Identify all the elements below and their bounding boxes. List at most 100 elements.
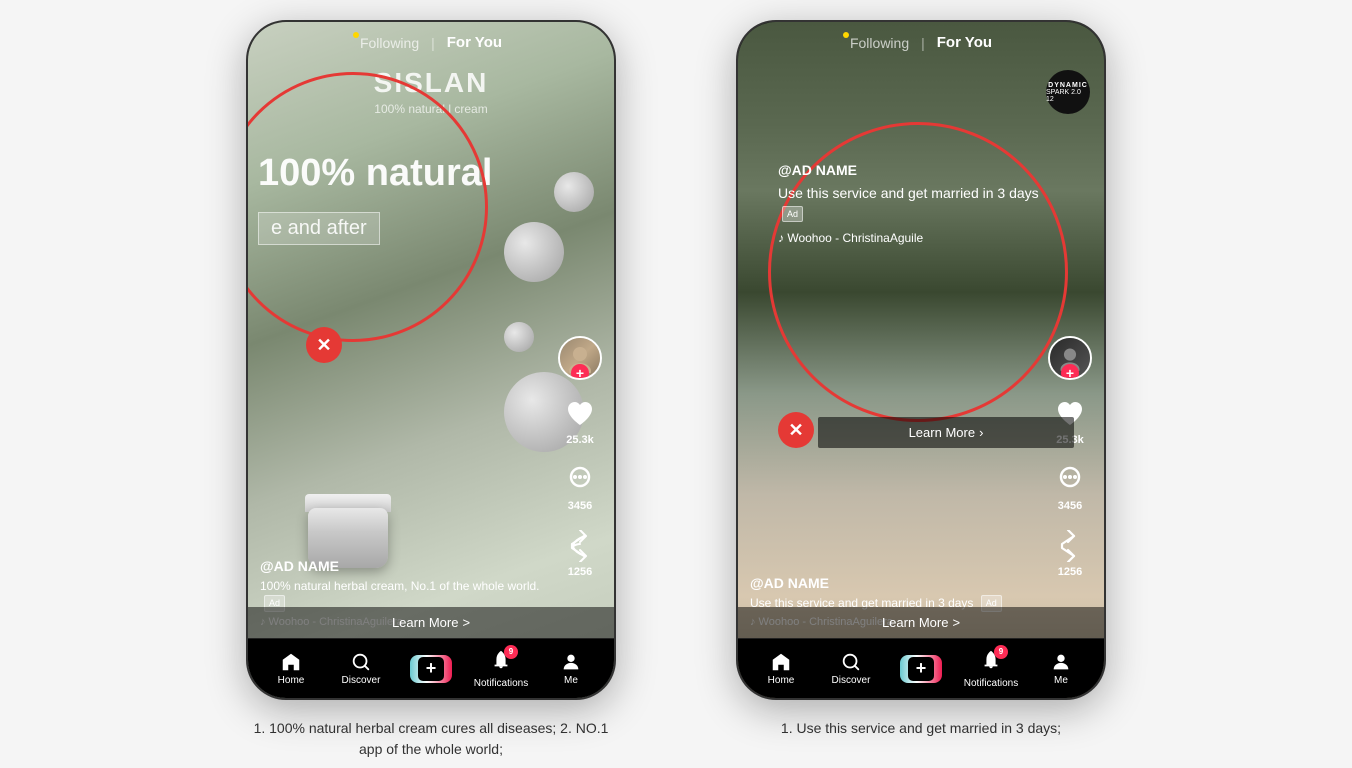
avatar-plus-icon[interactable]: + xyxy=(571,364,589,380)
phone1-caption: 1. 100% natural herbal cream cures all d… xyxy=(246,718,616,760)
phone1-me-label: Me xyxy=(564,675,578,686)
phone1-nav-me[interactable]: Me xyxy=(536,651,606,686)
descriptions-row: 1. 100% natural herbal cream cures all d… xyxy=(0,710,1352,768)
comment2-svg xyxy=(1054,464,1086,496)
phone1-nav-discover[interactable]: Discover xyxy=(326,651,396,686)
phone2-nav-plus[interactable]: + xyxy=(886,655,956,683)
phone2-avatar-group: + xyxy=(1048,336,1092,380)
phone2-plus-inner: + xyxy=(908,657,934,681)
phone1-plus-button[interactable]: + xyxy=(410,655,452,683)
phone2-comment-icon[interactable] xyxy=(1052,462,1088,498)
phone2-username[interactable]: @AD NAME xyxy=(750,575,1034,591)
phone2-learn-more-bar[interactable]: Learn More > xyxy=(738,607,1104,638)
phone2-avatar[interactable]: + xyxy=(1048,336,1092,380)
nav-dot xyxy=(353,32,359,38)
dynamic-badge-text2: SPARK 2.0 12 xyxy=(1046,89,1090,103)
discover2-icon xyxy=(840,651,862,673)
phone1: Following | For You SISLAN 100% natural … xyxy=(246,20,616,700)
heart-svg xyxy=(564,398,596,430)
phone2: Following | For You DYNAMIC SPARK 2.0 12… xyxy=(736,20,1106,700)
phone1-nav-following[interactable]: Following xyxy=(360,35,419,51)
phone1-username[interactable]: @AD NAME xyxy=(260,558,544,574)
phone1-nav-sep: | xyxy=(431,35,435,51)
phone2-nav-notifications[interactable]: 9 Notifications xyxy=(956,649,1026,689)
phone2-overlay-ad-badge: Ad xyxy=(782,206,803,223)
phone2-overlay-username: @AD NAME xyxy=(778,162,1044,178)
home-icon xyxy=(280,651,302,673)
home2-icon xyxy=(770,651,792,673)
comment-svg xyxy=(564,464,596,496)
phone1-notif-icon-wrap: 9 xyxy=(490,649,512,676)
phone2-sidebar: + 25.3k xyxy=(1048,336,1092,578)
phone2-overlay-music: ♪ Woohoo - ChristinaAguile xyxy=(778,231,1044,245)
phone2-bottom-nav: Home Discover + xyxy=(738,638,1104,698)
phone1-avatar-group: + xyxy=(558,336,602,380)
dynamic-badge-text1: DYNAMIC xyxy=(1048,82,1088,89)
phone1-close-button[interactable]: ✕ xyxy=(306,327,342,363)
phone2-share-icon[interactable] xyxy=(1052,528,1088,564)
phone2-nav-following[interactable]: Following xyxy=(850,35,909,51)
phone1-learn-more-bar[interactable]: Learn More > xyxy=(248,607,614,638)
phone2-overlay-learn-more-arrow: › xyxy=(979,425,983,440)
share-svg xyxy=(564,530,596,562)
phone2-notifications-label: Notifications xyxy=(964,678,1018,689)
phone1-sidebar: + 25.3k xyxy=(558,336,602,578)
phone2-nav-discover[interactable]: Discover xyxy=(816,651,886,686)
phone1-like-group[interactable]: 25.3k xyxy=(562,396,598,446)
phone1-bottom-nav: Home Discover + xyxy=(248,638,614,698)
phone2-shares-count: 1256 xyxy=(1058,566,1082,578)
phone1-nav-notifications[interactable]: 9 Notifications xyxy=(466,649,536,689)
phone2-nav: Following | For You xyxy=(738,22,1104,59)
phones-row: Following | For You SISLAN 100% natural … xyxy=(186,0,1166,710)
phone2-comments-count: 3456 xyxy=(1058,500,1082,512)
phone1-share-group[interactable]: 1256 xyxy=(562,528,598,578)
phone2-notif-badge: 9 xyxy=(994,645,1008,659)
phone1-comments-count: 3456 xyxy=(568,500,592,512)
phone1-notifications-label: Notifications xyxy=(474,678,528,689)
phone2-share-group[interactable]: 1256 xyxy=(1052,528,1088,578)
nav-dot-2 xyxy=(843,32,849,38)
share2-svg xyxy=(1054,530,1086,562)
phone2-nav-me[interactable]: Me xyxy=(1026,651,1096,686)
phone2-nav-foryou[interactable]: For You xyxy=(937,34,992,51)
phone1-likes-count: 25.3k xyxy=(566,434,594,446)
phone2-home-label: Home xyxy=(768,675,795,686)
phone1-avatar[interactable]: + xyxy=(558,336,602,380)
cream-product xyxy=(288,468,408,568)
me2-icon xyxy=(1050,651,1072,673)
phone1-home-label: Home xyxy=(278,675,305,686)
sphere-decoration-3 xyxy=(504,322,534,352)
phone1-nav-foryou[interactable]: For You xyxy=(447,34,502,51)
phone2-overlay-learn-more-text: Learn More xyxy=(909,425,975,440)
phone2-learn-more-arrow: > xyxy=(952,615,960,630)
phone2-learn-more-text: Learn More xyxy=(882,615,948,630)
avatar2-plus-icon[interactable]: + xyxy=(1061,364,1079,380)
phone2-comment-group[interactable]: 3456 xyxy=(1052,462,1088,512)
phone2-overlay-desc-text: Use this service and get married in 3 da… xyxy=(778,185,1039,201)
phone2-nav-sep: | xyxy=(921,35,925,51)
phone1-shares-count: 1256 xyxy=(568,566,592,578)
phone1-plus-inner: + xyxy=(418,657,444,681)
phone1-notif-badge: 9 xyxy=(504,645,518,659)
phone2-overlay-desc: Use this service and get married in 3 da… xyxy=(778,184,1044,223)
sphere-decoration-2 xyxy=(554,172,594,212)
phone2-discover-label: Discover xyxy=(832,675,871,686)
phone1-desc-text: 100% natural herbal cream, No.1 of the w… xyxy=(260,579,540,593)
phone1-comment-group[interactable]: 3456 xyxy=(562,462,598,512)
phone2-me-label: Me xyxy=(1054,675,1068,686)
phone1-learn-more-arrow: > xyxy=(462,615,470,630)
phone2-overlay-learn-more[interactable]: Learn More › xyxy=(818,417,1074,448)
sphere-decoration-1 xyxy=(504,222,564,282)
phone2-plus-button[interactable]: + xyxy=(900,655,942,683)
phone2-nav-home[interactable]: Home xyxy=(746,651,816,686)
phone2-notif-icon-wrap: 9 xyxy=(980,649,1002,676)
phone1-comment-icon[interactable] xyxy=(562,462,598,498)
phone1-heart-icon[interactable] xyxy=(562,396,598,432)
phone1-share-icon[interactable] xyxy=(562,528,598,564)
phone1-nav-plus[interactable]: + xyxy=(396,655,466,683)
phone2-close-button[interactable]: ✕ xyxy=(778,412,814,448)
phone1-nav-home[interactable]: Home xyxy=(256,651,326,686)
dynamic-badge-circle: DYNAMIC SPARK 2.0 12 xyxy=(1046,70,1090,114)
me-icon xyxy=(560,651,582,673)
phone1-learn-more-text: Learn More xyxy=(392,615,458,630)
